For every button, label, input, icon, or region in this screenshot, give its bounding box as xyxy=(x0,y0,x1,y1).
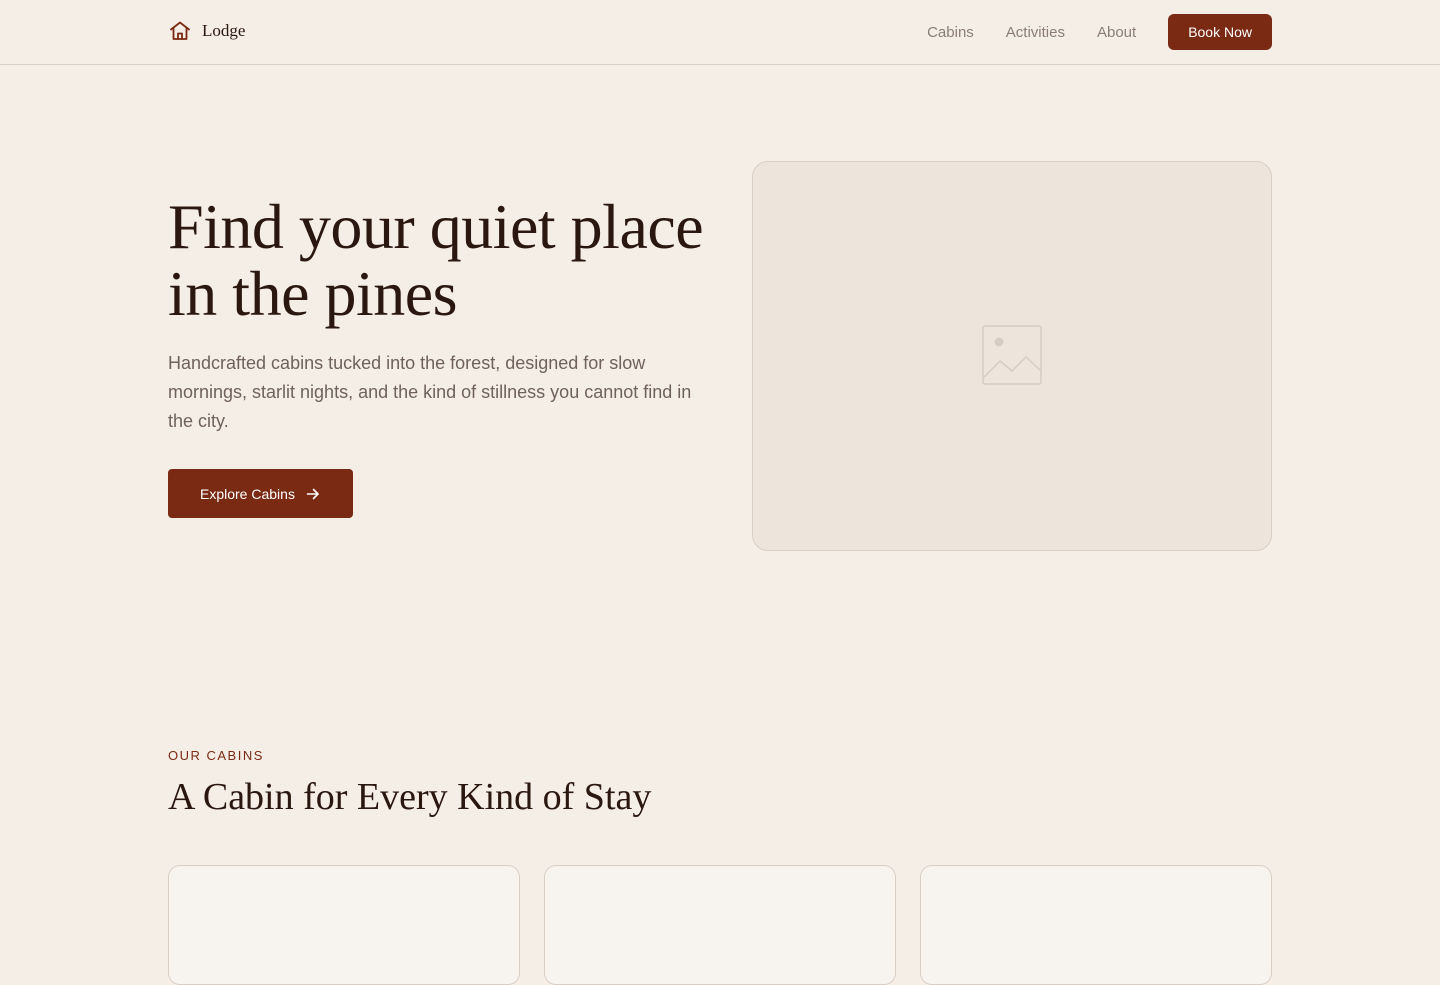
section-eyebrow: OUR CABINS xyxy=(168,748,264,763)
section-title: A Cabin for Every Kind of Stay xyxy=(168,776,652,818)
top-nav: Lodge Cabins Activities About Book Now xyxy=(0,0,1440,65)
nav-link-cabins[interactable]: Cabins xyxy=(927,24,974,41)
cabin-card[interactable] xyxy=(920,865,1272,985)
brand-name: Lodge xyxy=(202,21,246,40)
cabin-cards xyxy=(168,865,1272,985)
explore-cabins-button[interactable]: Explore Cabins xyxy=(168,469,353,518)
image-placeholder-icon xyxy=(982,325,1042,385)
book-now-button[interactable]: Book Now xyxy=(1168,14,1272,50)
nav-links: Cabins Activities About Book Now xyxy=(927,14,1272,50)
brand-logo-link[interactable]: Lodge xyxy=(168,19,245,43)
cabin-card[interactable] xyxy=(544,865,896,985)
nav-link-about[interactable]: About xyxy=(1097,24,1136,41)
nav-link-activities[interactable]: Activities xyxy=(1006,24,1065,41)
house-icon xyxy=(170,21,190,40)
hero-image-placeholder xyxy=(752,161,1272,551)
hero-title: Find your quiet place in the pines xyxy=(168,191,704,329)
arrow-right-icon xyxy=(306,488,319,499)
cabin-card[interactable] xyxy=(168,865,520,985)
hero-subtitle: Handcrafted cabins tucked into the fores… xyxy=(168,353,692,431)
explore-cabins-label: Explore Cabins xyxy=(200,485,295,502)
